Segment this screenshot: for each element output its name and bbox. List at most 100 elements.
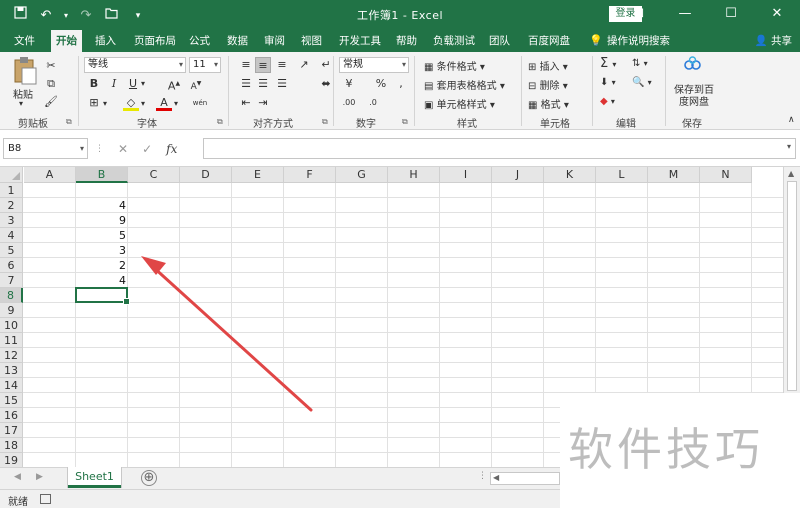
name-box[interactable]: B8 ▾ [3,138,88,159]
align-middle-icon[interactable]: ≡ [255,57,271,73]
number-format-combo[interactable]: 常规 ▾ [339,57,409,73]
cell-styles-button[interactable]: ▣ 单元格样式 ▾ [424,96,495,111]
clear-button[interactable]: ◆ ▾ [600,96,615,107]
minimize-button[interactable]: — [662,0,708,30]
add-sheet-button[interactable]: ⊕ [141,470,157,486]
row-header-14[interactable]: 14 [0,378,23,393]
column-header-a[interactable]: A [24,167,76,183]
tab-home[interactable]: 开始 [51,30,82,52]
row-header-6[interactable]: 6 [0,258,23,273]
font-color-button[interactable]: A [156,95,172,111]
increase-decimal-icon[interactable]: .00 [341,95,357,111]
merge-center-icon[interactable]: ⬌ [318,76,334,92]
active-cell-b8[interactable] [75,287,130,305]
tab-review[interactable]: 审阅 [259,30,290,52]
collapse-ribbon-icon[interactable]: ∧ [788,115,795,125]
conditional-formatting-button[interactable]: ▦ 条件格式 ▾ [424,58,485,73]
tab-baidu-netdisk[interactable]: 百度网盘 [523,30,575,52]
column-header-k[interactable]: K [544,167,596,183]
autosum-button[interactable]: Σ ▾ [600,56,616,71]
align-left-icon[interactable]: ☰ [238,76,254,92]
row-header-1[interactable]: 1 [0,183,23,198]
row-header-9[interactable]: 9 [0,303,23,318]
maximize-button[interactable]: ☐ [708,0,754,30]
delete-cells-button[interactable]: ⊟ 删除 ▾ [528,77,568,92]
fill-button[interactable]: ⬇ ▾ [600,77,616,88]
tab-file[interactable]: 文件 [9,30,40,52]
border-dropdown-icon[interactable]: ▾ [103,99,107,108]
tab-data[interactable]: 数据 [222,30,253,52]
font-size-combo[interactable]: 11 ▾ [189,57,221,73]
insert-cells-button[interactable]: ⊞ 插入 ▾ [528,58,568,73]
percent-button[interactable]: % [373,76,389,92]
save-to-baidu-button[interactable]: 保存到百度网盘 [672,85,716,109]
align-center-icon[interactable]: ☰ [255,76,271,92]
paste-dropdown-icon[interactable]: ▾ [19,99,23,108]
phonetic-guide-button[interactable]: wén [192,95,208,111]
tab-developer[interactable]: 开发工具 [334,30,386,52]
row-header-8[interactable]: 8 [0,288,23,303]
font-name-combo[interactable]: 等线 ▾ [84,57,186,73]
column-header-c[interactable]: C [128,167,180,183]
row-header-7[interactable]: 7 [0,273,23,288]
sheet-prev-icon[interactable]: ◀ [14,472,21,482]
row-header-5[interactable]: 5 [0,243,23,258]
increase-indent-icon[interactable]: ⇥ [255,95,271,111]
clipboard-launcher-icon[interactable]: ⧉ [66,117,72,127]
column-header-b[interactable]: B [76,167,128,183]
column-header-h[interactable]: H [388,167,440,183]
cell-b3[interactable]: 9 [76,213,128,228]
font-color-dropdown-icon[interactable]: ▾ [174,99,178,108]
row-header-3[interactable]: 3 [0,213,23,228]
border-icon[interactable]: ⊞ [86,95,102,111]
sheet-tab[interactable]: Sheet1 [68,467,121,488]
formula-input[interactable]: ▾ [203,138,796,159]
close-button[interactable]: ✕ [754,0,800,30]
row-header-2[interactable]: 2 [0,198,23,213]
share-button[interactable]: 👤 共享 [755,30,792,52]
row-header-4[interactable]: 4 [0,228,23,243]
cell-b4[interactable]: 5 [76,228,128,243]
format-painter-icon[interactable]: 🖌 [43,94,59,110]
scroll-left-icon[interactable]: ◀ [493,473,499,482]
column-header-i[interactable]: I [440,167,492,183]
align-bottom-icon[interactable]: ≡ [274,57,290,73]
bold-button[interactable]: B [86,76,102,92]
row-header-19[interactable]: 19 [0,453,23,467]
format-as-table-button[interactable]: ▤ 套用表格格式 ▾ [424,77,505,92]
tab-help[interactable]: 帮助 [391,30,422,52]
orientation-icon[interactable]: ↗ [296,57,312,73]
row-header-11[interactable]: 11 [0,333,23,348]
font-launcher-icon[interactable]: ⧉ [217,117,223,127]
expand-formula-icon[interactable]: ▾ [787,142,791,151]
insert-function-icon[interactable]: fx [166,142,177,156]
align-top-icon[interactable]: ≡ [238,57,254,73]
paste-button[interactable] [12,56,40,88]
column-header-j[interactable]: J [492,167,544,183]
row-header-16[interactable]: 16 [0,408,23,423]
row-header-15[interactable]: 15 [0,393,23,408]
column-header-m[interactable]: M [648,167,700,183]
cell-b2[interactable]: 4 [76,198,128,213]
fill-color-dropdown-icon[interactable]: ▾ [141,99,145,108]
row-header-10[interactable]: 10 [0,318,23,333]
cell-b6[interactable]: 2 [76,258,128,273]
comma-button[interactable]: , [393,76,409,92]
tab-load-test[interactable]: 负载测试 [428,30,480,52]
cut-icon[interactable]: ✂ [43,58,59,74]
column-header-f[interactable]: F [284,167,336,183]
sort-filter-button[interactable]: ⇅ ▾ [632,58,648,69]
tab-insert[interactable]: 插入 [90,30,121,52]
align-right-icon[interactable]: ☰ [274,76,290,92]
baidu-netdisk-icon[interactable] [684,56,702,75]
row-header-17[interactable]: 17 [0,423,23,438]
format-cells-button[interactable]: ▦ 格式 ▾ [528,96,569,111]
decrease-decimal-icon[interactable]: .0 [365,95,381,111]
column-header-l[interactable]: L [596,167,648,183]
column-header-e[interactable]: E [232,167,284,183]
underline-dropdown-icon[interactable]: ▾ [141,79,145,88]
cancel-icon[interactable]: ✕ [118,142,128,156]
row-header-13[interactable]: 13 [0,363,23,378]
enter-icon[interactable]: ✓ [142,142,152,156]
copy-icon[interactable]: ⧉ [43,76,59,92]
